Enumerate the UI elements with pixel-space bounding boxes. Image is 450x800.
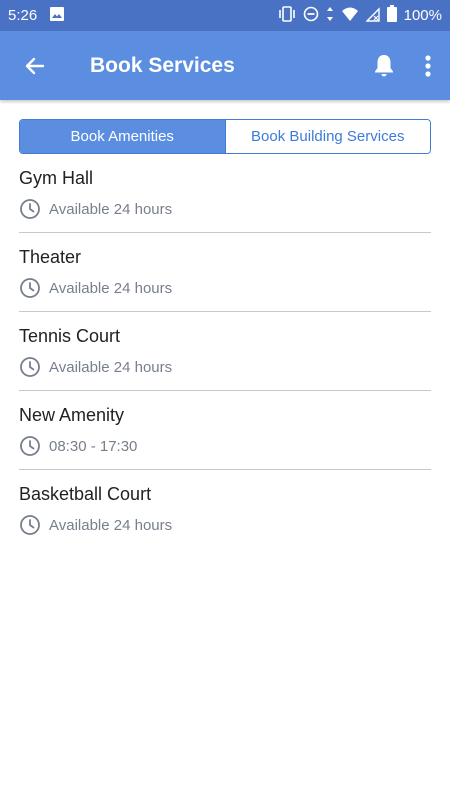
amenity-name: New Amenity [19,405,125,425]
amenity-hours: Available 24 hours [49,358,173,376]
clock-icon [20,278,40,298]
tab-book-building-services[interactable]: Book Building Services [224,120,430,153]
data-arrows-icon [326,6,334,26]
amenities-list: Gym Hall Available 24 hours Theater Avai… [19,154,431,549]
list-item[interactable]: Gym Hall Available 24 hours [19,154,431,233]
amenity-hours: Available 24 hours [49,200,173,218]
clock-icon [20,436,40,456]
amenity-name: Theater [19,247,82,267]
clock-icon [20,515,40,535]
clock-icon [20,199,40,219]
wifi-icon [341,6,359,26]
back-button[interactable] [0,31,70,100]
list-item[interactable]: Basketball Court Available 24 hours [19,470,431,549]
do-not-disturb-icon [303,6,319,26]
notifications-button[interactable] [362,31,406,100]
amenity-name: Tennis Court [19,326,121,346]
amenity-name: Gym Hall [19,168,94,188]
list-item[interactable]: Tennis Court Available 24 hours [19,312,431,391]
amenity-hours: 08:30 - 17:30 [49,437,138,455]
amenity-hours: Available 24 hours [49,279,173,297]
segmented-tabs: Book Amenities Book Building Services [19,119,431,154]
signal-icon [364,6,380,26]
app-bar: Book Services [0,31,450,100]
list-item[interactable]: Theater Available 24 hours [19,233,431,312]
arrow-back-icon [25,57,45,74]
status-time: 5:26 [8,7,38,24]
battery-percent: 100% [403,7,442,24]
page-title: Book Services [90,53,235,77]
more-vert-icon [425,54,431,77]
status-bar: 5:26 100% [0,0,450,31]
image-icon [49,6,65,26]
clock-icon [20,357,40,377]
tab-book-amenities[interactable]: Book Amenities [20,120,225,153]
vibrate-icon [278,5,296,26]
amenity-hours: Available 24 hours [49,516,173,534]
battery-icon [386,5,397,26]
list-item[interactable]: New Amenity 08:30 - 17:30 [19,391,431,470]
bell-icon [375,54,393,76]
amenity-name: Basketball Court [19,484,152,504]
more-options-button[interactable] [406,31,450,100]
